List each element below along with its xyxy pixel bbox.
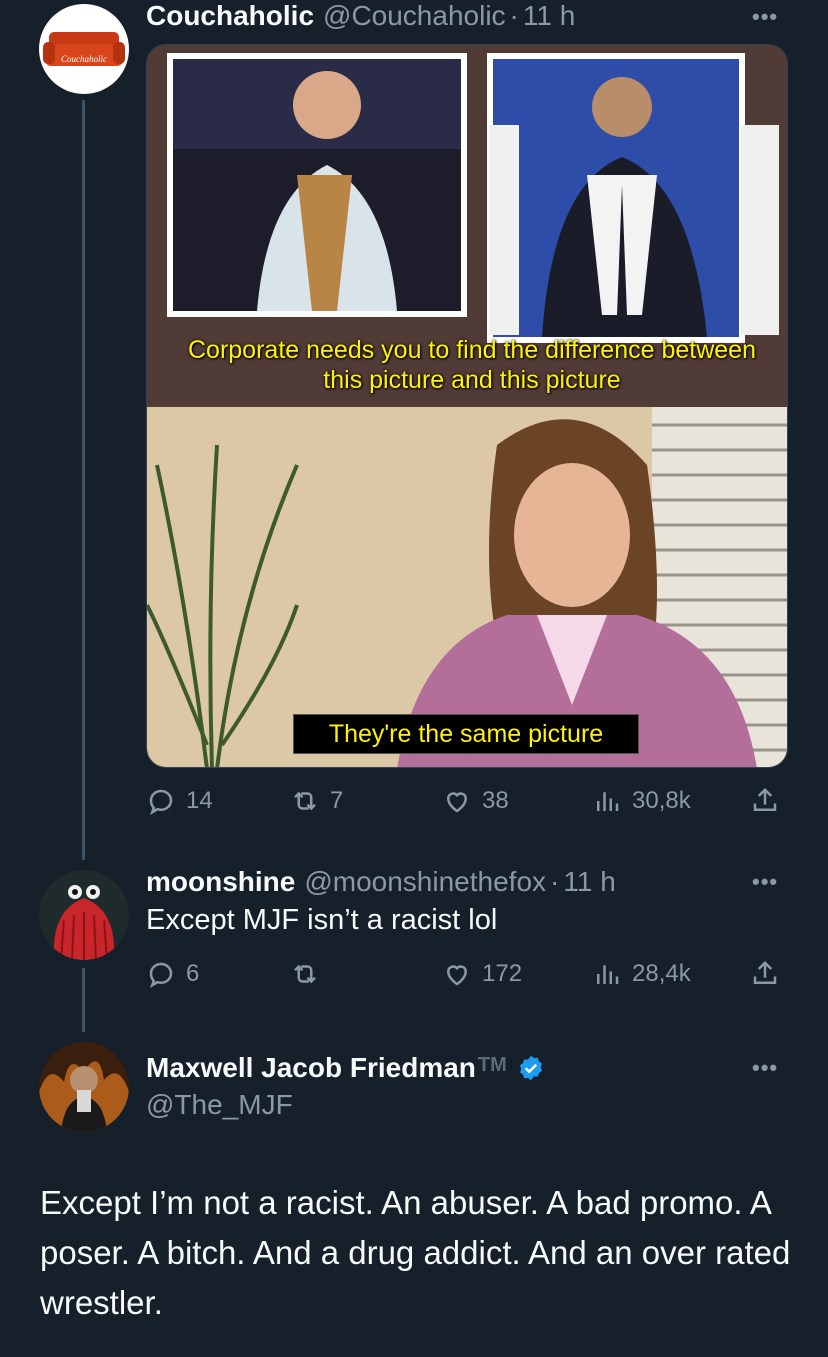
share-icon — [753, 787, 777, 811]
meme-caption-bottom: They're the same picture — [293, 714, 639, 754]
avatar-couchaholic[interactable]: Couchaholic — [39, 4, 129, 94]
views-button[interactable]: 30,8k — [592, 783, 691, 819]
display-name[interactable]: Maxwell Jacob Friedman — [146, 1052, 476, 1084]
retweet-icon — [294, 964, 316, 984]
tweet1-header: Couchaholic @Couchaholic · 11 h — [146, 0, 575, 32]
tweet1-meme-image[interactable]: Corporate needs you to find the differen… — [146, 44, 788, 768]
views-button[interactable]: 28,4k — [592, 956, 691, 992]
more-icon[interactable]: ••• — [752, 869, 778, 895]
more-icon[interactable]: ••• — [752, 1055, 778, 1081]
avatar-mjf[interactable] — [39, 1042, 129, 1132]
display-name[interactable]: Couchaholic — [146, 0, 314, 32]
views-icon — [597, 792, 619, 811]
more-icon[interactable]: ••• — [752, 4, 778, 30]
meme-caption-bottom-text: They're the same picture — [328, 720, 604, 748]
views-count: 28,4k — [632, 960, 691, 987]
handle[interactable]: @moonshinethefox — [304, 866, 546, 898]
timestamp[interactable]: 11 h — [563, 866, 615, 898]
separator: · — [550, 866, 560, 897]
share-icon — [753, 960, 777, 984]
handle[interactable]: @Couchaholic — [323, 0, 506, 32]
red-monster-avatar-icon — [39, 870, 129, 960]
like-button[interactable]: 38 — [442, 783, 509, 819]
like-count: 38 — [482, 787, 509, 814]
mjf-avatar-icon — [39, 1042, 129, 1132]
heart-icon — [446, 965, 468, 986]
reply-icon — [149, 789, 173, 816]
svg-text:Couchaholic: Couchaholic — [61, 54, 107, 64]
reply-button[interactable]: 6 — [146, 956, 199, 992]
tweet2-actions: 6 172 28,4k — [146, 956, 786, 992]
views-icon — [597, 965, 619, 984]
tweet3-text: Except I’m not a racist. An abuser. A ba… — [40, 1184, 791, 1321]
like-button[interactable]: 172 — [442, 956, 522, 992]
thread-line-1 — [82, 100, 85, 860]
reply-count: 14 — [186, 787, 213, 814]
retweet-button[interactable]: 7 — [290, 783, 343, 819]
like-count: 172 — [482, 960, 523, 987]
separator: · — [509, 0, 519, 31]
views-count: 30,8k — [632, 787, 691, 814]
retweet-icon — [294, 791, 316, 811]
retweet-count: 7 — [330, 787, 344, 814]
share-button[interactable] — [750, 956, 780, 992]
thread-line-2 — [82, 968, 85, 1032]
reply-button[interactable]: 14 — [146, 783, 213, 819]
reply-icon — [149, 962, 173, 989]
tweet2-text: Except MJF isn’t a racist lol — [146, 904, 498, 936]
reply-count: 6 — [186, 960, 200, 987]
avatar-moonshine[interactable] — [39, 870, 129, 960]
tweet1-actions: 14 7 38 30,8k — [146, 783, 786, 819]
meme-caption-top: Corporate needs you to find the differen… — [188, 336, 756, 394]
share-button[interactable] — [750, 783, 780, 819]
tweet3-header: Maxwell Jacob Friedman TM — [146, 1052, 545, 1084]
heart-icon — [446, 792, 468, 813]
verified-badge-icon — [517, 1054, 545, 1082]
display-name[interactable]: moonshine — [146, 866, 295, 898]
trademark: TM — [477, 1053, 507, 1076]
handle[interactable]: @The_MJF — [146, 1089, 293, 1121]
couch-logo-icon: Couchaholic — [43, 32, 125, 66]
tweet2-header: moonshine @moonshinethefox · 11 h — [146, 866, 616, 898]
retweet-button[interactable] — [290, 956, 330, 992]
meme-artwork — [147, 45, 787, 767]
timestamp[interactable]: 11 h — [523, 0, 575, 32]
